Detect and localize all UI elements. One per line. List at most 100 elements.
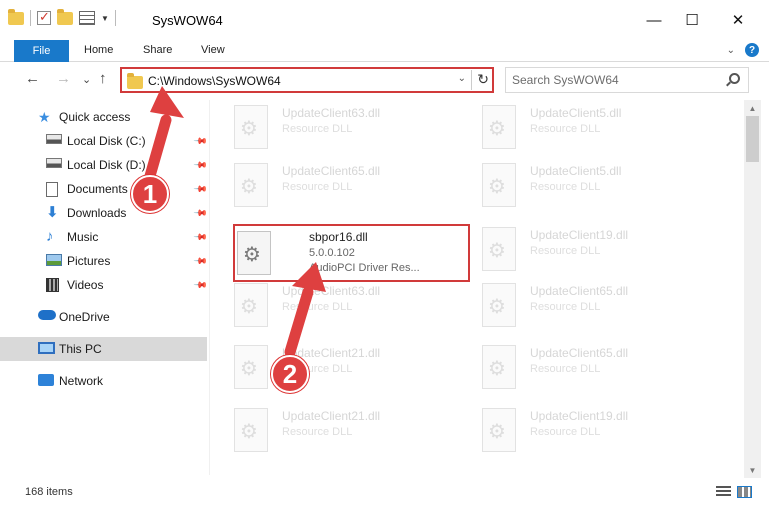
- window-title: SysWOW64: [152, 13, 223, 28]
- vertical-scrollbar[interactable]: ▲ ▼: [744, 100, 761, 478]
- customize-toolbar-chevron-icon[interactable]: ▼: [101, 14, 109, 23]
- dll-file-icon: [237, 231, 271, 275]
- close-button[interactable]: ✕: [715, 0, 761, 40]
- up-button[interactable]: ↑: [99, 70, 107, 87]
- dll-file-icon: [234, 345, 268, 389]
- file-name: UpdateClient19.dll: [530, 409, 629, 423]
- file-item[interactable]: UpdateClient63.dll Resource DLL: [212, 100, 452, 162]
- sidebar-item-music[interactable]: ♪ Music 📌: [0, 225, 208, 249]
- tab-view[interactable]: View: [201, 44, 225, 56]
- tab-file[interactable]: File: [14, 40, 69, 62]
- file-item[interactable]: UpdateClient21.dllResource DLL: [212, 403, 452, 465]
- sidebar-item-quick-access[interactable]: ★ Quick access: [0, 105, 207, 129]
- file-description: Resource DLL: [530, 426, 601, 438]
- address-path[interactable]: C:\Windows\SysWOW64: [148, 74, 281, 88]
- sidebar-item-label: Pictures: [67, 254, 111, 268]
- scroll-up-chevron-icon[interactable]: ▲: [744, 100, 761, 116]
- file-item[interactable]: UpdateClient65.dll Resource DLL: [460, 278, 700, 340]
- file-item[interactable]: UpdateClient65.dll Resource DLL: [212, 158, 452, 220]
- properties-check-icon[interactable]: [37, 9, 51, 25]
- sidebar-item-label: Downloads: [67, 206, 127, 220]
- recent-locations-button[interactable]: ⌄: [82, 73, 91, 86]
- disk-icon: [46, 158, 62, 168]
- dll-file-icon: [482, 283, 516, 327]
- sidebar-item-local-disk-d[interactable]: Local Disk (D:) 📌: [0, 153, 208, 177]
- file-name: UpdateClient65.dll: [530, 346, 629, 360]
- maximize-button[interactable]: ☐: [669, 0, 715, 40]
- folder-icon[interactable]: [8, 8, 24, 25]
- properties-icon[interactable]: [79, 11, 95, 25]
- file-item-selected[interactable]: sbpor16.dll 5.0.0.102 AudioPCI Driver Res.…: [233, 224, 470, 282]
- forward-button[interactable]: →: [56, 70, 71, 87]
- file-item[interactable]: UpdateClient19.dll Resource DLL: [460, 222, 700, 284]
- ribbon-tabs: File Home Share View ⌄ ?: [0, 40, 769, 62]
- sidebar-item-videos[interactable]: Videos 📌: [0, 273, 208, 297]
- sidebar-item-label: Network: [59, 374, 104, 388]
- pin-icon[interactable]: 📌: [193, 205, 208, 221]
- file-name: UpdateClient5.dll: [530, 106, 622, 120]
- file-name: sbpor16.dll: [309, 230, 368, 244]
- tab-share[interactable]: Share: [143, 44, 172, 56]
- refresh-button[interactable]: ↻: [477, 71, 489, 88]
- pin-icon[interactable]: 📌: [193, 157, 208, 173]
- dll-file-icon: [234, 283, 268, 327]
- file-name: UpdateClient65.dll: [282, 164, 381, 178]
- large-icons-view-icon[interactable]: [737, 486, 752, 498]
- pin-icon[interactable]: 📌: [193, 133, 208, 149]
- search-box[interactable]: [505, 67, 749, 93]
- sidebar-item-label: Quick access: [59, 110, 131, 124]
- file-list: UpdateClient63.dllResource DLLUpdateClie…: [212, 100, 742, 475]
- sidebar-item-network[interactable]: Network: [0, 369, 207, 393]
- folder-icon: [127, 73, 143, 89]
- title-bar: ▼ SysWOW64 — ☐ ✕: [0, 0, 769, 40]
- file-name: UpdateClient19.dll: [530, 228, 629, 242]
- file-description: Resource DLL: [530, 301, 601, 313]
- scroll-down-chevron-icon[interactable]: ▼: [744, 462, 761, 478]
- pin-icon[interactable]: 📌: [193, 253, 208, 269]
- address-bar[interactable]: C:\Windows\SysWOW64 ⌄ ↻: [120, 67, 494, 93]
- file-description: Resource DLL: [530, 245, 601, 257]
- star-icon: ★: [38, 109, 51, 125]
- help-icon[interactable]: ?: [745, 43, 759, 57]
- sidebar-item-label: Music: [67, 230, 99, 244]
- file-name: UpdateClient5.dll: [530, 164, 622, 178]
- pin-icon[interactable]: 📌: [193, 181, 208, 197]
- back-button[interactable]: ←: [25, 70, 40, 87]
- file-description: Resource DLL: [530, 123, 601, 135]
- pin-icon[interactable]: 📌: [193, 229, 208, 245]
- dll-file-icon: [482, 163, 516, 207]
- network-icon: [38, 374, 54, 386]
- new-folder-icon[interactable]: [57, 8, 73, 25]
- search-input[interactable]: [512, 72, 712, 88]
- details-view-icon[interactable]: [716, 486, 731, 498]
- file-item[interactable]: UpdateClient63.dll Resource DLL: [212, 278, 452, 340]
- sidebar-item-documents[interactable]: Documents 📌: [0, 177, 208, 201]
- file-item[interactable]: UpdateClient19.dll Resource DLL: [460, 403, 700, 465]
- dll-file-icon: [482, 105, 516, 149]
- address-divider: [471, 70, 472, 90]
- sidebar-item-pictures[interactable]: Pictures 📌: [0, 249, 208, 273]
- search-icon[interactable]: [729, 73, 740, 84]
- address-dropdown-chevron-icon[interactable]: ⌄: [458, 73, 466, 84]
- file-name: UpdateClient21.dll: [282, 409, 381, 423]
- file-item[interactable]: UpdateClient21.dllResource DLL: [212, 340, 452, 402]
- sidebar-item-local-disk-c[interactable]: Local Disk (C:) 📌: [0, 129, 208, 153]
- navigation-pane: ★ Quick access Local Disk (C:) 📌 Local Disk …: [0, 100, 210, 475]
- tab-home[interactable]: Home: [84, 44, 113, 56]
- pin-icon[interactable]: 📌: [193, 277, 208, 293]
- sidebar-item-onedrive[interactable]: OneDrive: [0, 305, 207, 329]
- file-item[interactable]: UpdateClient5.dll Resource DLL: [460, 100, 700, 162]
- music-icon: ♪: [46, 228, 54, 245]
- file-item[interactable]: UpdateClient5.dll Resource DLL: [460, 158, 700, 220]
- file-item[interactable]: UpdateClient65.dll Resource DLL: [460, 340, 700, 402]
- toolbar-divider: [30, 10, 31, 26]
- sidebar-item-this-pc[interactable]: This PC: [0, 337, 207, 361]
- dll-file-icon: [482, 345, 516, 389]
- sidebar-item-downloads[interactable]: ⬇ Downloads 📌: [0, 201, 208, 225]
- file-name: UpdateClient63.dll: [282, 284, 381, 298]
- dll-file-icon: [482, 408, 516, 452]
- scrollbar-thumb[interactable]: [746, 116, 759, 162]
- expand-ribbon-chevron-icon[interactable]: ⌄: [727, 45, 735, 56]
- sidebar-item-label: Local Disk (D:): [67, 158, 146, 172]
- file-description: Resource DLL: [282, 181, 353, 193]
